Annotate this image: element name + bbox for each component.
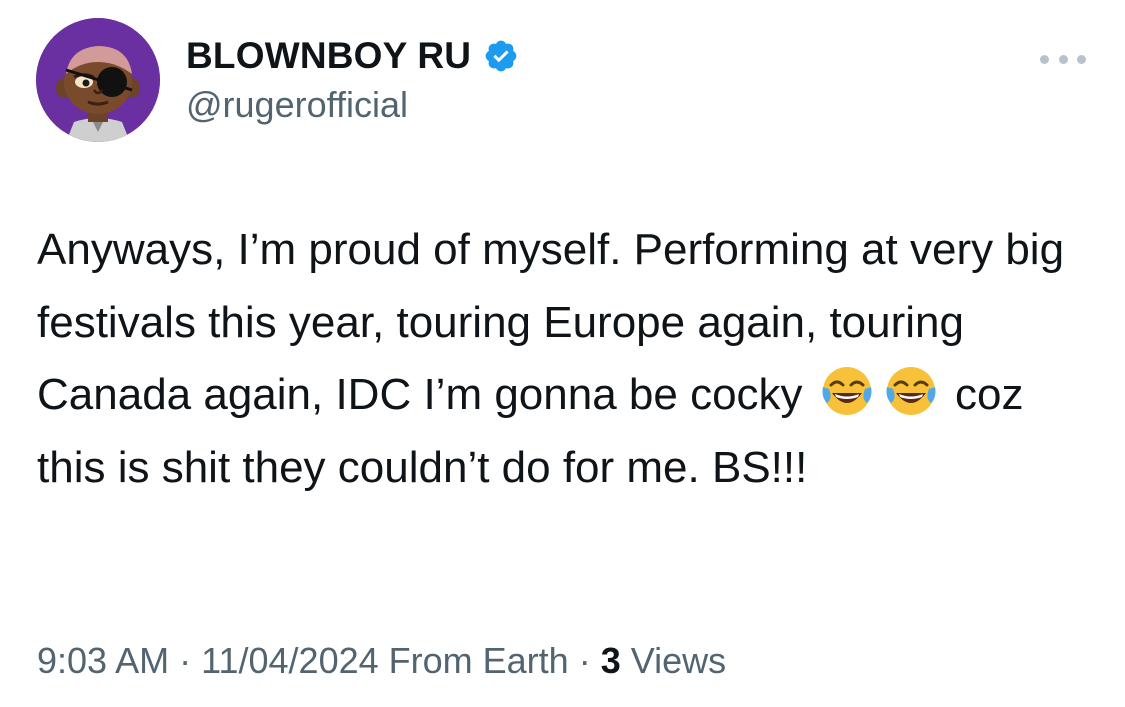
face-with-tears-of-joy-icon (883, 363, 939, 419)
more-options-icon[interactable] (1040, 52, 1086, 66)
separator: · (578, 640, 591, 681)
verified-badge-icon[interactable] (483, 38, 519, 74)
face-with-tears-of-joy-icon (819, 363, 875, 419)
dot-icon (1040, 54, 1049, 64)
tweet-card: BLOWNBOY RU @rugerofficial Anyways, I’m … (0, 0, 1125, 707)
views-label[interactable]: Views (631, 640, 726, 681)
author-row: BLOWNBOY RU (186, 34, 519, 78)
dot-icon (1077, 54, 1086, 64)
tweet-metadata: 9:03 AM · 11/04/2024 From Earth · 3 View… (37, 640, 726, 682)
separator: · (179, 640, 192, 681)
tweet-time[interactable]: 9:03 AM (37, 640, 169, 681)
cartoon-avatar-icon (36, 18, 160, 142)
user-handle[interactable]: @rugerofficial (186, 84, 408, 126)
dot-icon (1058, 54, 1068, 64)
tweet-text: Anyways, I’m proud of myself. Performing… (37, 214, 1097, 504)
tweet-date[interactable]: 11/04/2024 (201, 640, 379, 681)
display-name[interactable]: BLOWNBOY RU (186, 35, 471, 77)
views-count[interactable]: 3 (601, 640, 621, 681)
tweet-source: From Earth (388, 640, 569, 681)
avatar[interactable] (36, 18, 160, 142)
